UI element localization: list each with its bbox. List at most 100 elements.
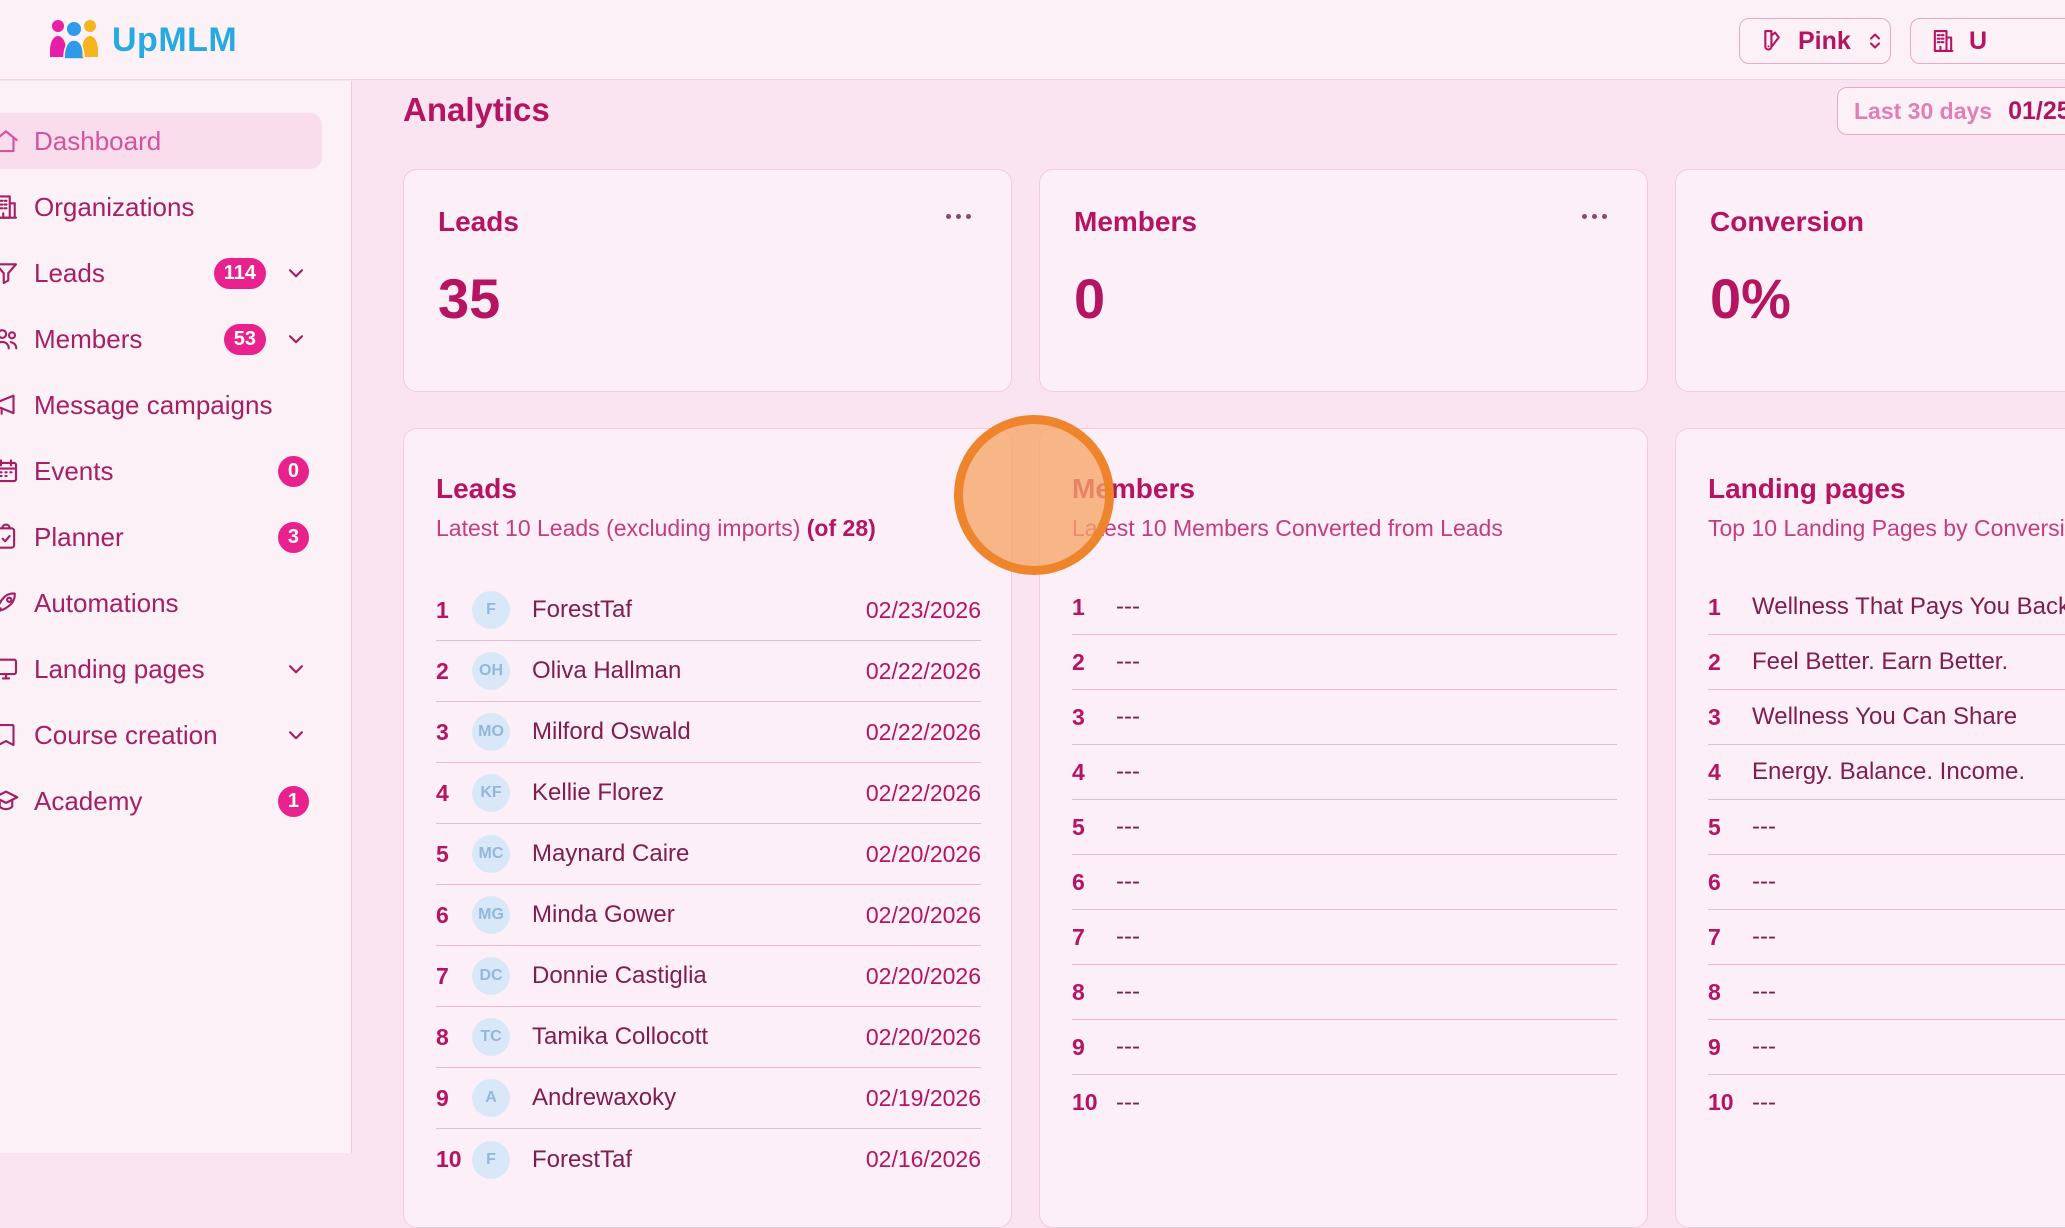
lead-name: Milford Oswald <box>532 718 866 746</box>
sidebar-item-planner[interactable]: Planner 3 <box>0 509 351 565</box>
rank: 7 <box>1708 924 1742 951</box>
avatar: MC <box>472 835 510 873</box>
count-badge: 1 <box>278 786 309 817</box>
lead-row[interactable]: 4 KF Kellie Florez 02/22/2026 <box>436 763 981 824</box>
lead-row[interactable]: 7 DC Donnie Castiglia 02/20/2026 <box>436 946 981 1007</box>
rank: 1 <box>1708 594 1742 621</box>
lead-row[interactable]: 3 MO Milford Oswald 02/22/2026 <box>436 702 981 763</box>
sidebar-item-label: Organizations <box>34 192 194 223</box>
leads-list-card: Leads Latest 10 Leads (excluding imports… <box>403 428 1012 1228</box>
landing-page-row[interactable]: 8 --- <box>1708 965 2065 1020</box>
lead-name: Minda Gower <box>532 901 866 929</box>
member-value: --- <box>1116 648 1617 676</box>
member-row[interactable]: 3 --- <box>1072 690 1617 745</box>
sidebar-item-events[interactable]: Events 0 <box>0 443 351 499</box>
card-subtitle: Latest 10 Leads (excluding imports) (of … <box>436 515 981 542</box>
sidebar-item-organizations[interactable]: Organizations <box>0 179 351 235</box>
avatar: TC <box>472 1018 510 1056</box>
landing-page-title: Wellness You Can Share <box>1752 703 2065 731</box>
lead-date: 02/23/2026 <box>866 597 981 624</box>
count-badge: 53 <box>224 324 266 355</box>
count-badge: 0 <box>278 456 309 487</box>
landing-page-row[interactable]: 10 --- <box>1708 1075 2065 1130</box>
lead-row[interactable]: 8 TC Tamika Collocott 02/20/2026 <box>436 1007 981 1068</box>
rank: 8 <box>436 1024 472 1051</box>
member-row[interactable]: 10 --- <box>1072 1075 1617 1130</box>
sidebar-item-dashboard[interactable]: Dashboard <box>0 113 322 169</box>
rank: 4 <box>1708 759 1742 786</box>
member-row[interactable]: 9 --- <box>1072 1020 1617 1075</box>
landing-page-row[interactable]: 6 --- <box>1708 855 2065 910</box>
more-options-icon[interactable] <box>1582 214 1607 219</box>
sidebar-item-label: Course creation <box>34 720 218 751</box>
organization-button[interactable]: U <box>1910 18 2065 64</box>
lead-row[interactable]: 2 OH Oliva Hallman 02/22/2026 <box>436 641 981 702</box>
count-badge: 3 <box>278 522 309 553</box>
chevron-down-icon[interactable] <box>283 326 309 352</box>
rank: 5 <box>436 841 472 868</box>
member-value: --- <box>1116 703 1617 731</box>
landing-page-row[interactable]: 2 Feel Better. Earn Better. <box>1708 635 2065 690</box>
landing-page-row[interactable]: 5 --- <box>1708 800 2065 855</box>
card-subtitle: Top 10 Landing Pages by Conversions <box>1708 515 2065 542</box>
members-list-card: Members Latest 10 Members Converted from… <box>1039 428 1648 1228</box>
rank: 6 <box>1072 869 1106 896</box>
sidebar-item-landing-pages[interactable]: Landing pages <box>0 641 351 697</box>
avatar: F <box>472 1141 510 1179</box>
lead-row[interactable]: 1 F ForestTaf 02/23/2026 <box>436 580 981 641</box>
member-row[interactable]: 5 --- <box>1072 800 1617 855</box>
rank: 10 <box>1072 1089 1106 1116</box>
lead-name: Maynard Caire <box>532 840 866 868</box>
avatar: DC <box>472 957 510 995</box>
sidebar-item-label: Planner <box>34 522 124 553</box>
sidebar-item-academy[interactable]: Academy 1 <box>0 773 351 829</box>
brand-name: UpMLM <box>112 21 237 60</box>
lead-row[interactable]: 5 MC Maynard Caire 02/20/2026 <box>436 824 981 885</box>
sidebar-item-course-creation[interactable]: Course creation <box>0 707 351 763</box>
lead-row[interactable]: 6 MG Minda Gower 02/20/2026 <box>436 885 981 946</box>
rank: 2 <box>1708 649 1742 676</box>
brand-logo-icon <box>48 17 100 63</box>
more-options-icon[interactable] <box>946 214 971 219</box>
rank: 3 <box>1072 704 1106 731</box>
date-range-label: Last 30 days <box>1854 98 1992 125</box>
landing-page-row[interactable]: 9 --- <box>1708 1020 2065 1075</box>
sidebar-item-label: Dashboard <box>34 126 161 157</box>
member-row[interactable]: 6 --- <box>1072 855 1617 910</box>
landing-page-row[interactable]: 7 --- <box>1708 910 2065 965</box>
member-row[interactable]: 2 --- <box>1072 635 1617 690</box>
chevron-down-icon[interactable] <box>283 260 309 286</box>
lead-date: 02/22/2026 <box>866 780 981 807</box>
avatar: OH <box>472 652 510 690</box>
sidebar-item-label: Message campaigns <box>34 390 272 421</box>
member-row[interactable]: 1 --- <box>1072 580 1617 635</box>
rank: 3 <box>436 719 472 746</box>
avatar: F <box>472 591 510 629</box>
chevron-down-icon[interactable] <box>283 656 309 682</box>
member-row[interactable]: 4 --- <box>1072 745 1617 800</box>
member-row[interactable]: 7 --- <box>1072 910 1617 965</box>
sidebar-item-message-campaigns[interactable]: Message campaigns <box>0 377 351 433</box>
avatar: KF <box>472 774 510 812</box>
theme-select-button[interactable]: Pink <box>1739 18 1891 64</box>
lead-row[interactable]: 9 A Andrewaxoky 02/19/2026 <box>436 1068 981 1129</box>
landing-page-row[interactable]: 4 Energy. Balance. Income. <box>1708 745 2065 800</box>
date-range-picker[interactable]: Last 30 days 01/25/20 <box>1837 87 2065 135</box>
landing-page-title: Energy. Balance. Income. <box>1752 758 2065 786</box>
landing-page-row[interactable]: 3 Wellness You Can Share <box>1708 690 2065 745</box>
lead-date: 02/19/2026 <box>866 1085 981 1112</box>
card-title: Landing pages <box>1708 473 2065 505</box>
sidebar-item-automations[interactable]: Automations <box>0 575 351 631</box>
clipboard-icon <box>0 522 21 552</box>
sidebar-item-members[interactable]: Members 53 <box>0 311 351 367</box>
sidebar-item-leads[interactable]: Leads 114 <box>0 245 351 301</box>
rank: 8 <box>1072 979 1106 1006</box>
chevron-down-icon[interactable] <box>283 722 309 748</box>
member-row[interactable]: 8 --- <box>1072 965 1617 1020</box>
lead-row[interactable]: 10 F ForestTaf 02/16/2026 <box>436 1129 981 1190</box>
member-value: --- <box>1116 1033 1617 1061</box>
landing-page-row[interactable]: 1 Wellness That Pays You Back <box>1708 580 2065 635</box>
lead-name: Donnie Castiglia <box>532 962 866 990</box>
megaphone-icon <box>0 390 21 420</box>
rank: 9 <box>1072 1034 1106 1061</box>
